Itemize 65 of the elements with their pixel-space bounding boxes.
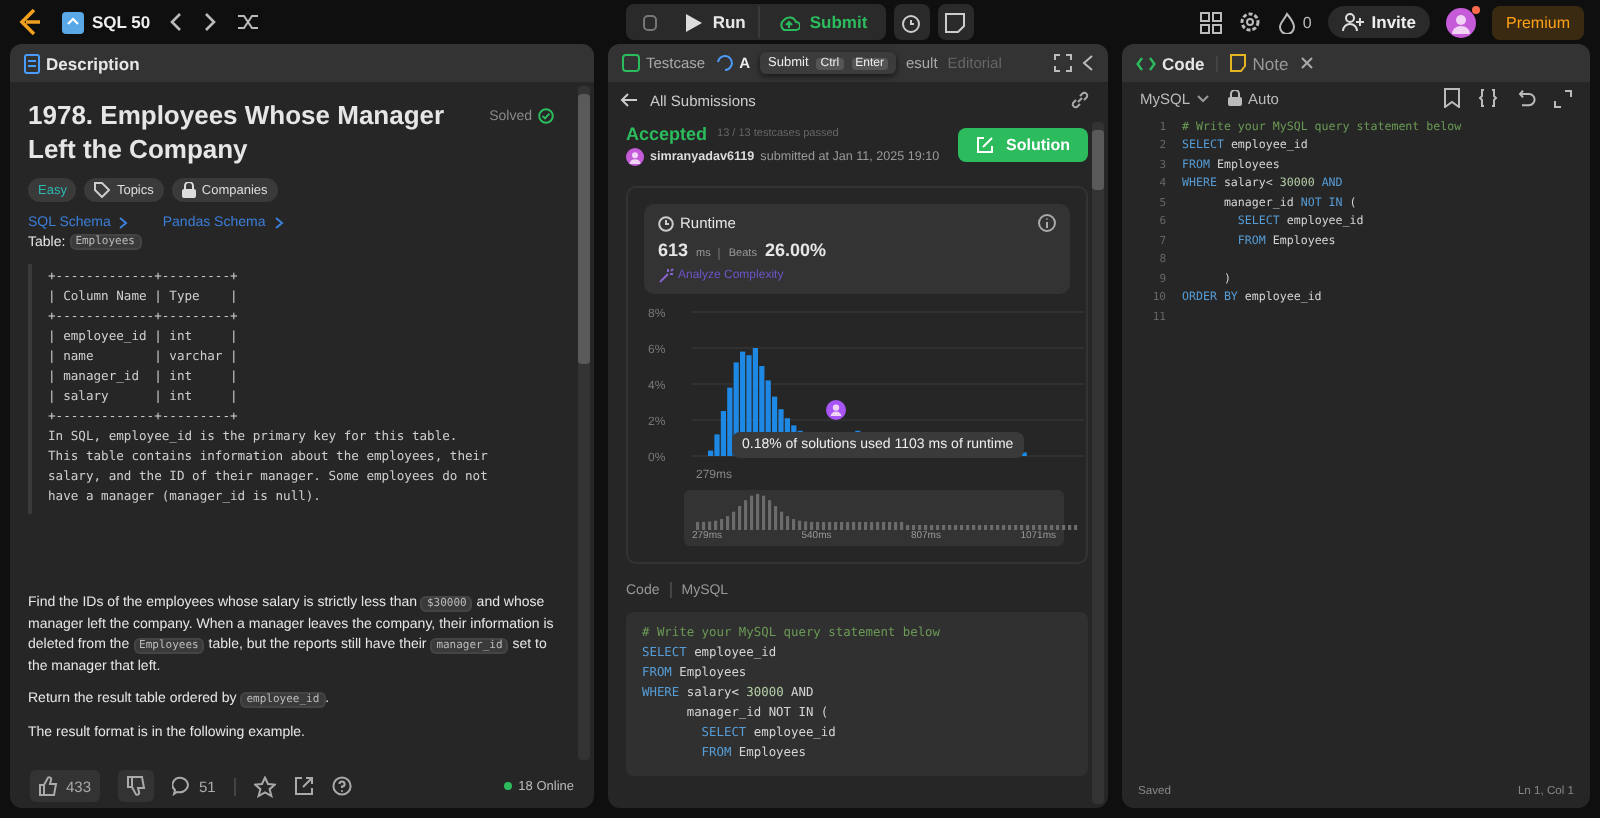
- scrollbar[interactable]: [1092, 122, 1104, 804]
- shuffle-icon[interactable]: [236, 12, 261, 32]
- play-icon: [686, 13, 703, 31]
- user-avatar[interactable]: [1445, 7, 1476, 37]
- scrollbar[interactable]: [578, 86, 590, 760]
- notes-button[interactable]: [937, 4, 974, 40]
- clock-icon: [900, 11, 923, 33]
- next-icon[interactable]: [202, 12, 219, 32]
- chevron-icon: [118, 216, 129, 230]
- star-icon[interactable]: [253, 775, 276, 797]
- comment-icon: [171, 776, 192, 796]
- link-icon[interactable]: [1070, 90, 1090, 110]
- beats-value: 26.00%: [764, 240, 826, 260]
- edit-icon: [976, 136, 994, 154]
- layout-icon[interactable]: [1200, 11, 1223, 33]
- help-icon[interactable]: [331, 776, 352, 796]
- magic-wand-icon: [658, 268, 674, 284]
- caret-icon: [1196, 93, 1211, 103]
- lock-icon: [181, 182, 196, 198]
- previous-icon[interactable]: [168, 12, 185, 32]
- thumbs-down-icon: [125, 776, 146, 796]
- close-icon[interactable]: [1300, 56, 1315, 70]
- checkbox-icon: [622, 54, 640, 72]
- collapse-icon[interactable]: [1082, 54, 1094, 72]
- expand-icon[interactable]: [1054, 54, 1072, 72]
- online-dot: [504, 782, 513, 790]
- fullscreen-icon[interactable]: [1554, 89, 1572, 107]
- code-icon: [1136, 55, 1156, 71]
- share-icon[interactable]: [293, 776, 314, 796]
- verdict-status: Accepted: [626, 124, 708, 144]
- problem-title: 1978. Employees Whose Manager Left the Company: [28, 98, 447, 166]
- note-icon: [1230, 54, 1247, 72]
- premium-button[interactable]: Premium: [1491, 5, 1584, 39]
- tag-icon: [94, 182, 111, 198]
- add-person-icon: [1341, 12, 1364, 32]
- check-circle-icon: [538, 108, 554, 124]
- bookmark-icon[interactable]: [1444, 88, 1460, 108]
- invite-button[interactable]: Invite: [1327, 6, 1430, 38]
- problem-list-button[interactable]: SQL 50: [62, 11, 151, 33]
- thumbs-up-icon: [38, 776, 58, 796]
- panel-tab[interactable]: Note: [1230, 53, 1289, 73]
- user-avatar: [626, 148, 644, 166]
- timer-button[interactable]: [893, 4, 930, 40]
- dislike-button[interactable]: [117, 770, 154, 802]
- document-icon: [24, 53, 40, 73]
- clock-icon: [658, 215, 674, 231]
- spinner-icon: [715, 54, 734, 72]
- logo-icon[interactable]: [16, 8, 44, 36]
- reset-icon[interactable]: [1516, 88, 1536, 108]
- list-icon: [62, 11, 84, 33]
- run-button[interactable]: Run: [674, 6, 760, 38]
- settings-icon[interactable]: [1238, 10, 1263, 34]
- chevron-icon: [273, 216, 284, 230]
- cloud-upload-icon: [777, 13, 800, 31]
- runtime-value: 613: [658, 240, 689, 260]
- submit-button[interactable]: Submit: [765, 6, 880, 38]
- back-arrow-icon: [620, 92, 638, 108]
- panel-tab[interactable]: Code: [1136, 53, 1205, 73]
- note-icon: [944, 11, 967, 33]
- description-tab[interactable]: Description: [24, 53, 140, 73]
- user-marker-icon: [826, 400, 846, 420]
- braces-icon[interactable]: [1478, 88, 1498, 108]
- streak-counter[interactable]: 0: [1278, 11, 1312, 33]
- info-icon[interactable]: [1038, 214, 1056, 232]
- lock-icon: [1228, 90, 1243, 106]
